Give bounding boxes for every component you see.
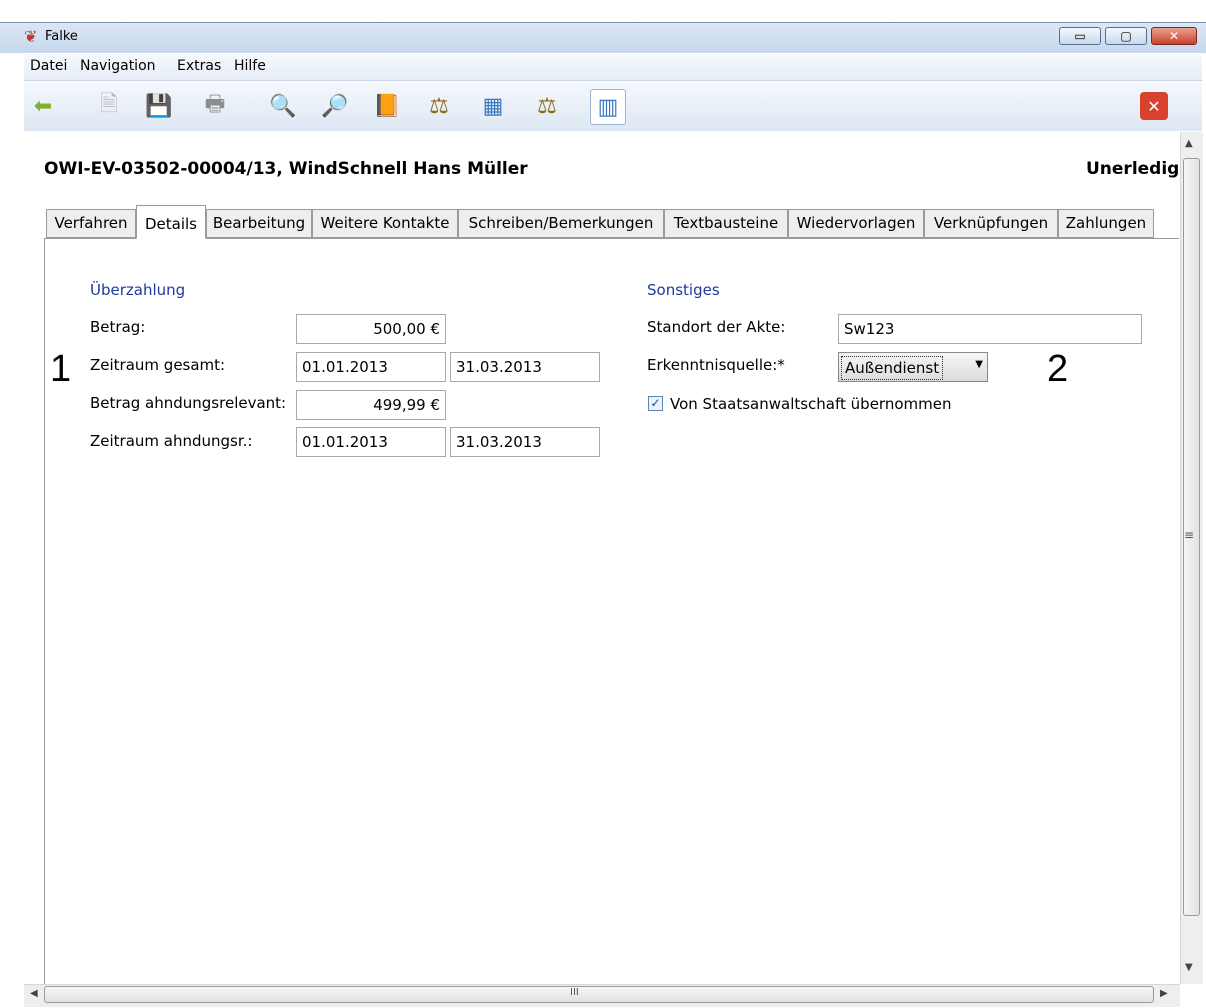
betrag-field[interactable]: 500,00 €	[296, 314, 446, 344]
title-bar: ❦ Falke ▭ ▢ ✕	[0, 22, 1206, 53]
scales-icon-2[interactable]: ⚖	[530, 89, 564, 123]
staatsanwaltschaft-checkbox-label: Von Staatsanwaltschaft übernommen	[670, 395, 952, 413]
standort-field[interactable]: Sw123	[838, 314, 1142, 344]
scroll-left-icon[interactable]: ◀	[30, 988, 38, 999]
new-document-icon[interactable]: 🗎	[92, 89, 126, 123]
erkenntnisquelle-value: Außendienst	[841, 356, 944, 380]
book-icon[interactable]: 📙	[370, 89, 404, 123]
betrag-ahndungsrelevant-field[interactable]: 499,99 €	[296, 390, 446, 420]
tab-schreiben-bemerkungen[interactable]: Schreiben/Bemerkungen	[458, 209, 664, 238]
close-window-button[interactable]: ✕	[1151, 27, 1197, 45]
window-title: Falke	[45, 29, 78, 44]
add-search-icon[interactable]: 🔎	[318, 89, 352, 123]
record-status: Unerledigt	[1086, 159, 1178, 179]
betrag-label: Betrag:	[90, 318, 146, 336]
record-title: OWI-EV-03502-00004/13, WindSchnell Hans …	[44, 159, 528, 179]
scales-icon[interactable]: ⚖	[422, 89, 456, 123]
ueberzahlung-heading: Überzahlung	[90, 281, 186, 299]
erkenntnisquelle-dropdown[interactable]: Außendienst ▼	[838, 352, 988, 382]
menu-bar: Datei Navigation Extras Hilfe	[24, 54, 1202, 81]
scroll-down-icon[interactable]: ▼	[1185, 962, 1193, 973]
maximize-icon: ▢	[1120, 29, 1132, 43]
zeitraum-ahndung-bis-field[interactable]: 31.03.2013	[450, 427, 600, 457]
tab-wiedervorlagen[interactable]: Wiedervorlagen	[788, 209, 924, 238]
toolbar: ⬅ 🗎 💾 🖶 🔍 🔎 📙 ⚖ ▦ ⚖ ▥ ✕	[24, 81, 1202, 131]
back-arrow-icon[interactable]: ⬅	[26, 89, 60, 123]
zeitraum-ahndung-von-field[interactable]: 01.01.2013	[296, 427, 446, 457]
search-icon[interactable]: 🔍	[266, 89, 300, 123]
erkenntnisquelle-label: Erkenntnisquelle:*	[647, 356, 785, 374]
close-red-icon[interactable]: ✕	[1140, 92, 1168, 120]
menu-extras[interactable]: Extras	[177, 58, 221, 74]
document-view-icon[interactable]: ▥	[590, 89, 626, 125]
save-icon[interactable]: 💾	[142, 89, 176, 123]
maximize-button[interactable]: ▢	[1105, 27, 1147, 45]
tab-details[interactable]: Details	[136, 205, 206, 239]
tab-weitere-kontakte[interactable]: Weitere Kontakte	[312, 209, 458, 238]
zeitraum-gesamt-label: Zeitraum gesamt:	[90, 356, 226, 374]
tab-bearbeitung[interactable]: Bearbeitung	[206, 209, 312, 238]
annotation-number-1: 1	[50, 348, 72, 390]
chevron-down-icon: ▼	[975, 359, 983, 370]
menu-navigation[interactable]: Navigation	[80, 58, 156, 74]
minimize-button[interactable]: ▭	[1059, 27, 1101, 45]
panel-icon[interactable]: ▦	[476, 89, 510, 123]
print-icon[interactable]: 🖶	[198, 89, 232, 123]
horizontal-scroll-thumb[interactable]	[44, 986, 1154, 1003]
minimize-icon: ▭	[1074, 29, 1086, 43]
annotation-number-2: 2	[1047, 348, 1069, 390]
zeitraum-gesamt-von-field[interactable]: 01.01.2013	[296, 352, 446, 382]
zeitraum-gesamt-bis-field[interactable]: 31.03.2013	[450, 352, 600, 382]
details-tab-panel	[44, 238, 1179, 999]
staatsanwaltschaft-checkbox[interactable]: ✓	[648, 396, 663, 411]
falke-app-icon: ❦	[24, 27, 38, 46]
zeitraum-ahndung-label: Zeitraum ahndungsr.:	[90, 432, 253, 450]
tab-verfahren[interactable]: Verfahren	[46, 209, 136, 238]
scroll-up-icon[interactable]: ▲	[1185, 138, 1193, 149]
close-icon: ✕	[1168, 29, 1180, 43]
menu-hilfe[interactable]: Hilfe	[234, 58, 266, 74]
betrag-ahndungsrelevant-label: Betrag ahndungsrelevant:	[90, 394, 287, 412]
menu-datei[interactable]: Datei	[30, 58, 67, 74]
tab-verknuepfungen[interactable]: Verknüpfungen	[924, 209, 1058, 238]
tab-textbausteine[interactable]: Textbausteine	[664, 209, 788, 238]
sonstiges-heading: Sonstiges	[647, 281, 720, 299]
standort-label: Standort der Akte:	[647, 318, 786, 336]
scroll-right-icon[interactable]: ▶	[1160, 988, 1168, 999]
tab-zahlungen[interactable]: Zahlungen	[1058, 209, 1154, 238]
horizontal-grip-icon: III	[570, 987, 579, 998]
vertical-grip-icon: ≡	[1184, 528, 1195, 542]
